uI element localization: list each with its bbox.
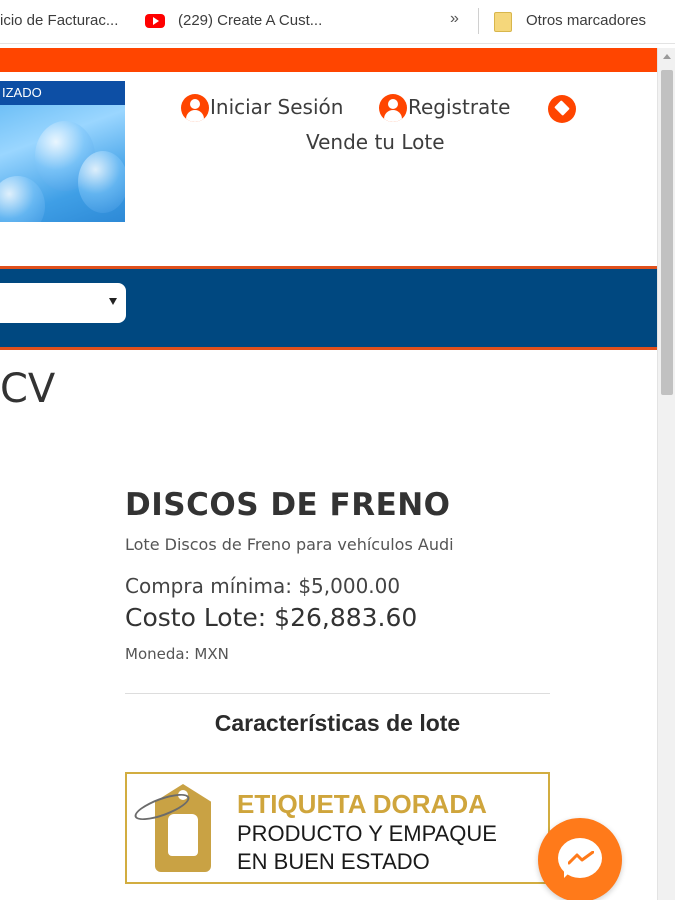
logo-registered-mark: ®: [32, 221, 42, 222]
bookmark-facturacion[interactable]: icio de Facturac...: [0, 12, 118, 29]
lot-features-heading: Características de lote: [214, 710, 461, 736]
logo-banner-text: IZADO: [0, 81, 125, 105]
divider: [125, 693, 550, 694]
product-title: DISCOS DE FRENO: [125, 487, 451, 523]
badge-title: ETIQUETA DORADA: [237, 789, 487, 819]
badge-line-2: EN BUEN ESTADO: [237, 849, 430, 874]
messenger-chat-button[interactable]: [538, 818, 622, 900]
currency: Moneda: MXN: [125, 645, 229, 663]
other-bookmarks-folder[interactable]: Otros marcadores: [526, 12, 646, 29]
sell-tag-icon[interactable]: [548, 95, 576, 123]
bookmarks-separator: [478, 8, 479, 34]
folder-icon: [494, 12, 512, 32]
chevron-down-icon: [109, 298, 117, 305]
user-icon[interactable]: [181, 94, 209, 122]
product-description: Lote Discos de Freno para vehículos Audi: [125, 535, 454, 554]
bookmarks-overflow-button[interactable]: »: [450, 10, 459, 28]
gold-label-badge: ETIQUETA DORADA PRODUCTO Y EMPAQUE EN BU…: [125, 772, 550, 884]
scroll-thumb[interactable]: [661, 70, 673, 395]
logo-balloon: [0, 176, 45, 222]
user-add-icon[interactable]: [379, 94, 407, 122]
badge-line-1: PRODUCTO Y EMPAQUE: [237, 821, 497, 846]
minimum-purchase: Compra mínima: $5,000.00: [125, 574, 401, 598]
bookmark-youtube[interactable]: (229) Create A Cust...: [178, 12, 322, 29]
site-logo[interactable]: IZADO A ®: [0, 81, 125, 222]
sell-lot-link[interactable]: Vende tu Lote: [306, 130, 445, 154]
top-orange-bar: [0, 48, 657, 72]
register-link[interactable]: Registrate: [408, 95, 510, 119]
messenger-bolt-icon: [568, 851, 594, 865]
bookmarks-bar: icio de Facturac... (229) Create A Cust.…: [0, 0, 675, 44]
fist-icon: [168, 814, 198, 856]
scroll-up-arrow-icon[interactable]: [663, 54, 671, 59]
lot-cost: Costo Lote: $26,883.60: [125, 603, 418, 632]
page-heading-partial: CV: [0, 366, 56, 412]
logo-balloon: [78, 151, 125, 213]
page-scrollbar[interactable]: [657, 48, 675, 900]
category-select[interactable]: [0, 283, 126, 323]
login-link[interactable]: Iniciar Sesión: [210, 95, 343, 119]
youtube-icon: [145, 14, 165, 28]
